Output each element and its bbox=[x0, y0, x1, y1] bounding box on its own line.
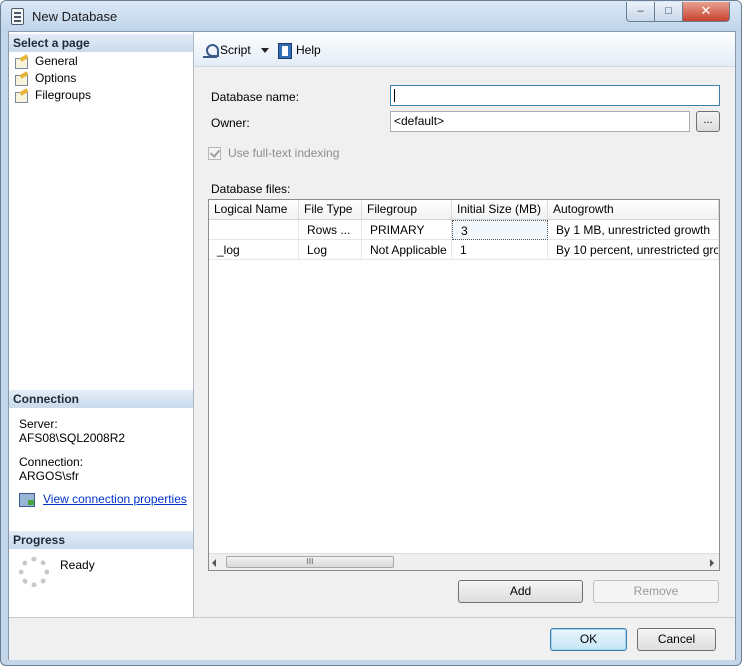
toolbar: Script Help bbox=[194, 32, 735, 67]
script-dropdown-arrow-icon[interactable] bbox=[261, 48, 269, 53]
dialog-button-bar: OK Cancel bbox=[9, 617, 735, 660]
connection-value: ARGOS\sfr bbox=[19, 469, 80, 483]
add-button[interactable]: Add bbox=[458, 580, 583, 603]
col-file-type[interactable]: File Type bbox=[299, 200, 362, 219]
document-icon bbox=[11, 8, 24, 25]
page-wrench-icon bbox=[15, 56, 29, 69]
right-panel: Script Help Database name: Owner: <defau… bbox=[194, 32, 735, 617]
progress-heading: Progress bbox=[9, 531, 193, 549]
scroll-right-arrow-icon[interactable] bbox=[710, 559, 714, 567]
cell-autogrowth[interactable]: By 10 percent, unrestricted growth bbox=[548, 240, 719, 260]
horizontal-scrollbar[interactable]: III bbox=[209, 553, 719, 570]
fulltext-indexing-label: Use full-text indexing bbox=[228, 146, 340, 160]
title-bar[interactable]: New Database ‒ □ ✕ bbox=[1, 1, 741, 31]
page-wrench-icon bbox=[15, 90, 29, 103]
cell-file-type[interactable]: Log bbox=[299, 240, 362, 260]
col-filegroup[interactable]: Filegroup bbox=[362, 200, 452, 219]
page-item-label: General bbox=[35, 54, 78, 68]
cell-file-type[interactable]: Rows ... bbox=[299, 220, 362, 240]
select-page-heading: Select a page bbox=[9, 34, 193, 52]
window-title: New Database bbox=[32, 9, 118, 24]
owner-browse-button[interactable]: ... bbox=[696, 111, 720, 132]
text-caret bbox=[394, 89, 395, 102]
connection-heading: Connection bbox=[9, 390, 193, 408]
database-files-label: Database files: bbox=[211, 182, 291, 196]
help-label: Help bbox=[296, 43, 321, 57]
scroll-left-arrow-icon[interactable] bbox=[212, 559, 216, 567]
dialog-client-area: Select a page General Options Filegroups… bbox=[8, 31, 736, 660]
cell-logical-name[interactable]: _log bbox=[209, 240, 299, 260]
cell-initial-size[interactable]: 1 bbox=[452, 240, 548, 260]
page-item-general[interactable]: General bbox=[15, 53, 78, 69]
col-logical-name[interactable]: Logical Name bbox=[209, 200, 299, 219]
script-label: Script bbox=[220, 43, 251, 57]
database-name-input[interactable] bbox=[390, 85, 720, 106]
help-icon bbox=[278, 42, 292, 59]
owner-label: Owner: bbox=[211, 116, 250, 130]
new-database-window: New Database ‒ □ ✕ Select a page General… bbox=[0, 0, 742, 666]
col-autogrowth[interactable]: Autogrowth bbox=[548, 200, 719, 219]
close-button[interactable]: ✕ bbox=[682, 2, 730, 22]
help-button[interactable]: Help bbox=[278, 42, 321, 59]
table-row[interactable]: Rows ... PRIMARY 3 By 1 MB, unrestricted… bbox=[209, 220, 719, 240]
database-name-label: Database name: bbox=[211, 90, 300, 104]
database-files-grid[interactable]: Logical Name File Type Filegroup Initial… bbox=[208, 199, 720, 571]
owner-input[interactable]: <default> bbox=[390, 111, 690, 132]
page-item-label: Options bbox=[35, 71, 77, 85]
connection-label: Connection: bbox=[19, 455, 84, 469]
minimize-button[interactable]: ‒ bbox=[626, 2, 655, 22]
cancel-button[interactable]: Cancel bbox=[637, 628, 716, 651]
fulltext-indexing-checkbox[interactable] bbox=[208, 147, 221, 160]
link-label: View connection properties bbox=[43, 492, 187, 506]
progress-spinner-icon bbox=[19, 557, 49, 587]
server-label: Server: bbox=[19, 417, 58, 431]
page-item-filegroups[interactable]: Filegroups bbox=[15, 87, 91, 103]
cell-initial-size[interactable]: 3 bbox=[452, 220, 548, 240]
server-value: AFS08\SQL2008R2 bbox=[19, 431, 126, 445]
scroll-thumb[interactable]: III bbox=[226, 556, 394, 568]
script-icon bbox=[203, 43, 219, 58]
view-connection-properties-link[interactable]: View connection properties bbox=[19, 492, 187, 507]
col-initial-size[interactable]: Initial Size (MB) bbox=[452, 200, 548, 219]
cell-autogrowth[interactable]: By 1 MB, unrestricted growth bbox=[548, 220, 719, 240]
grid-header: Logical Name File Type Filegroup Initial… bbox=[209, 200, 719, 220]
progress-status: Ready bbox=[60, 558, 95, 572]
connection-properties-icon bbox=[19, 492, 35, 507]
script-button[interactable]: Script bbox=[203, 42, 251, 58]
page-item-label: Filegroups bbox=[35, 88, 92, 102]
maximize-button[interactable]: □ bbox=[654, 2, 683, 22]
page-item-options[interactable]: Options bbox=[15, 70, 76, 86]
cell-filegroup[interactable]: Not Applicable bbox=[362, 240, 452, 260]
ok-button[interactable]: OK bbox=[550, 628, 627, 651]
left-panel: Select a page General Options Filegroups… bbox=[9, 32, 194, 617]
remove-button[interactable]: Remove bbox=[593, 580, 719, 603]
cell-filegroup[interactable]: PRIMARY bbox=[362, 220, 452, 240]
page-wrench-icon bbox=[15, 73, 29, 86]
table-row[interactable]: _log Log Not Applicable 1 By 10 percent,… bbox=[209, 240, 719, 260]
cell-logical-name[interactable] bbox=[209, 220, 299, 240]
